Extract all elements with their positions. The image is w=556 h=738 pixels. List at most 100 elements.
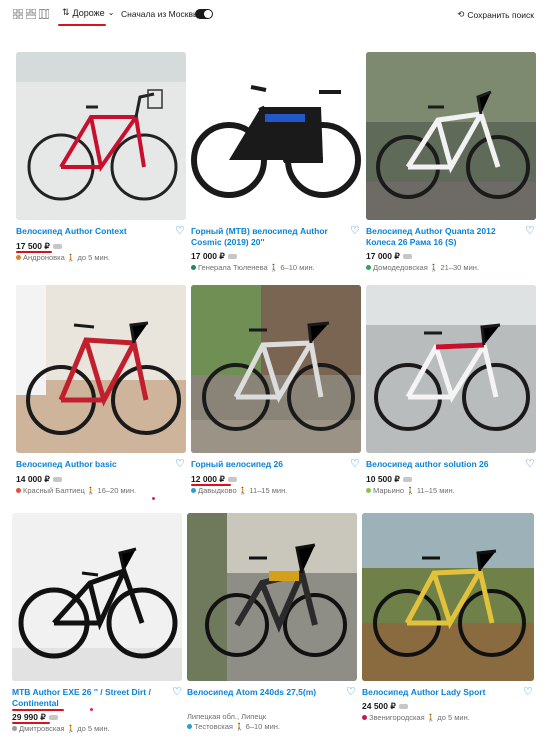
bicycle-photo (16, 52, 186, 220)
listing-card[interactable]: Велосипед Author basic ♡ 14 000 ₽ Красны… (16, 285, 186, 500)
metro-line-icon (191, 265, 196, 270)
listing-card[interactable]: Горный (МТВ) велосипед Author Cosmic (20… (191, 52, 361, 274)
bicycle-photo (12, 513, 182, 681)
listing-location: Красный Балтиец 🚶 16–20 мин. (16, 486, 136, 495)
listing-title[interactable]: Велосипед Atom 240ds 27,5(m) (187, 687, 327, 698)
delivery-icon (48, 715, 58, 720)
metro-line-icon (366, 488, 371, 493)
metro-line-icon (362, 715, 367, 720)
listing-photo[interactable] (12, 513, 182, 681)
chevron-down-icon: ⌄ (107, 8, 115, 17)
listing-region: Липецкая обл., Липецк (187, 712, 267, 721)
listing-location: Домодедовская 🚶 21–30 мин. (366, 263, 479, 272)
listing-location: Андроновка 🚶 до 5 мин. (16, 253, 110, 262)
listing-title[interactable]: Велосипед Author Quanta 2012 Колеса 26 Р… (366, 226, 521, 248)
walking-icon: 🚶 (66, 254, 76, 262)
annotation-dot (152, 497, 155, 500)
metro-line-icon (366, 265, 371, 270)
sort-button[interactable]: ⇅ Дороже ⌄ (62, 7, 114, 18)
metro-line-icon (12, 726, 17, 731)
listing-title[interactable]: Горный велосипед 26 (191, 459, 346, 470)
listing-photo[interactable] (366, 52, 536, 220)
listing-price: 17 000 ₽ (191, 251, 237, 262)
bicycle-photo (16, 285, 186, 453)
listing-price: 10 500 ₽ (366, 474, 412, 485)
grid-view-icon[interactable] (13, 9, 23, 19)
listing-price: 17 000 ₽ (366, 251, 412, 262)
walking-icon: 🚶 (238, 487, 248, 495)
delivery-icon (52, 244, 62, 249)
metro-line-icon (191, 488, 196, 493)
listing-card[interactable]: Велосипед Author Lady Sport ♡ 24 500 ₽ З… (362, 513, 534, 738)
delivery-icon (227, 477, 237, 482)
walking-icon: 🚶 (406, 487, 415, 495)
bicycle-photo (187, 513, 357, 681)
listing-price: 14 000 ₽ (16, 474, 62, 485)
annotation-dot (90, 708, 93, 711)
bicycle-photo (191, 52, 361, 220)
favorite-heart-icon[interactable]: ♡ (350, 457, 360, 470)
save-search-label: Сохранить поиск (467, 9, 534, 20)
listing-title[interactable]: Горный (МТВ) велосипед Author Cosmic (20… (191, 226, 346, 248)
walking-icon: 🚶 (86, 487, 96, 495)
listing-photo[interactable] (362, 513, 534, 681)
favorite-heart-icon[interactable]: ♡ (346, 685, 356, 698)
metro-line-icon (16, 488, 21, 493)
listing-card[interactable]: MTB Author EXE 26 '' / Street Dirt / Con… (12, 513, 182, 738)
favorite-heart-icon[interactable]: ♡ (175, 224, 185, 237)
favorite-heart-icon[interactable]: ♡ (525, 224, 535, 237)
favorite-heart-icon[interactable]: ♡ (350, 224, 360, 237)
delivery-icon (402, 254, 412, 259)
walking-icon: 🚶 (269, 264, 279, 272)
favorite-heart-icon[interactable]: ♡ (525, 457, 535, 470)
listing-location: Давыдково 🚶 11–15 мин. (191, 486, 287, 495)
listing-price: 24 500 ₽ (362, 701, 408, 712)
listing-photo[interactable] (16, 52, 186, 220)
listing-photo[interactable] (366, 285, 536, 453)
annotation-underline (12, 709, 64, 711)
listing-photo[interactable] (187, 513, 357, 681)
save-search-button[interactable]: ⟲ Сохранить поиск (457, 9, 534, 20)
listing-location: Тестовская 🚶 6–10 мин. (187, 722, 280, 731)
favorite-heart-icon[interactable]: ♡ (523, 685, 533, 698)
listing-photo[interactable] (191, 52, 361, 220)
listing-location: Дмитровская 🚶 до 5 мин. (12, 724, 110, 733)
listing-card[interactable]: Велосипед Atom 240ds 27,5(m) ♡ Липецкая … (187, 513, 357, 738)
favorite-heart-icon[interactable]: ♡ (175, 457, 185, 470)
sort-icon: ⇅ (62, 7, 70, 17)
listing-card[interactable]: Велосипед author solution 26 ♡ 10 500 ₽ … (366, 285, 536, 500)
delivery-icon (227, 254, 237, 259)
listing-card[interactable]: Велосипед Author Quanta 2012 Колеса 26 Р… (366, 52, 536, 274)
delivery-icon (398, 704, 408, 709)
listing-location: Генерала Тюленева 🚶 6–10 мин. (191, 263, 315, 272)
listing-card[interactable]: Велосипед Author Context ♡ 17 500 ₽ Андр… (16, 52, 186, 262)
listing-photo[interactable] (16, 285, 186, 453)
walking-icon: 🚶 (429, 264, 439, 272)
save-search-icon: ⟲ (457, 9, 465, 19)
listing-photo[interactable] (191, 285, 361, 453)
list-view-icon[interactable] (26, 9, 36, 19)
listing-title[interactable]: Велосипед Author Context (16, 226, 171, 237)
delivery-icon (402, 477, 412, 482)
metro-line-icon (187, 724, 192, 729)
delivery-icon (52, 477, 62, 482)
favorite-heart-icon[interactable]: ♡ (172, 685, 182, 698)
moscow-first-toggle[interactable] (195, 9, 213, 19)
sort-label: Дороже (72, 7, 105, 18)
map-view-icon[interactable] (39, 9, 49, 19)
listing-title[interactable]: Велосипед Author basic (16, 459, 171, 470)
bicycle-photo (191, 285, 361, 453)
metro-line-icon (16, 255, 21, 260)
walking-icon: 🚶 (234, 723, 244, 731)
listing-location: Марьино 🚶 11–15 мин. (366, 486, 455, 495)
listing-card[interactable]: Горный велосипед 26 ♡ 12 000 ₽ Давыдково… (191, 285, 361, 500)
listing-title[interactable]: Велосипед Author Lady Sport (362, 687, 517, 698)
listing-location: Звенигородская 🚶 до 5 мин. (362, 713, 470, 722)
moscow-first-label: Сначала из Москвы (121, 9, 200, 19)
walking-icon: 🚶 (66, 725, 76, 733)
annotation-underline (58, 24, 106, 26)
walking-icon: 🚶 (426, 714, 436, 722)
listing-title[interactable]: MTB Author EXE 26 '' / Street Dirt / Con… (12, 687, 167, 709)
bicycle-photo (366, 52, 536, 220)
listing-title[interactable]: Велосипед author solution 26 (366, 459, 521, 470)
